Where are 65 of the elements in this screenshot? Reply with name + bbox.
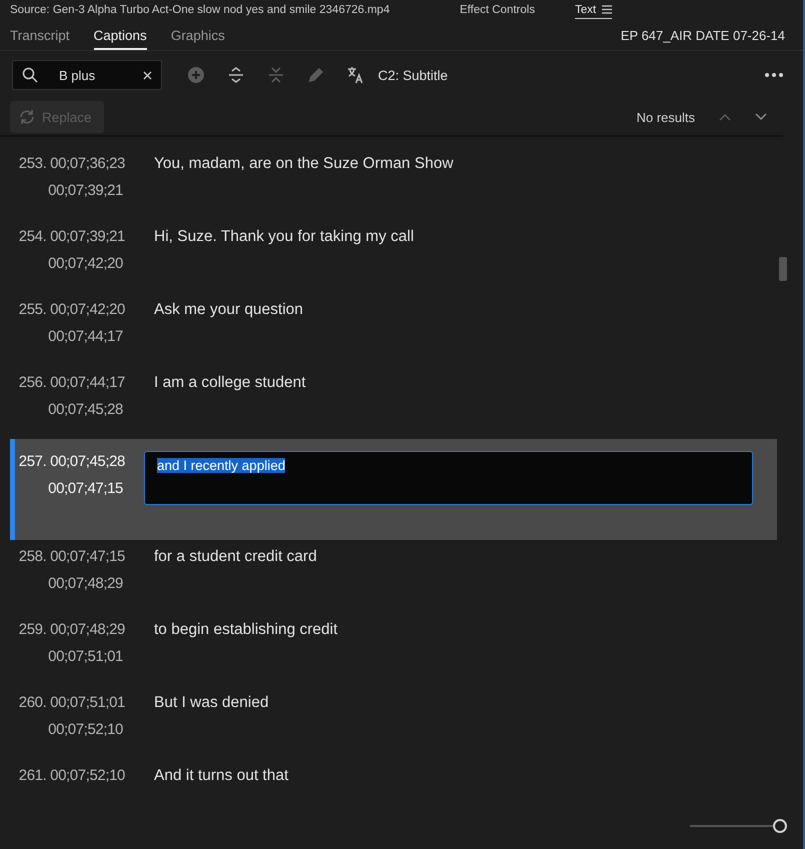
caption-start-time: 261. 00;07;52;10: [18, 766, 125, 786]
caption-row[interactable]: 261. 00;07;52;10 And it turns out that: [10, 759, 777, 803]
slider-thumb[interactable]: [773, 819, 787, 833]
search-field[interactable]: B plus: [12, 60, 162, 90]
caption-end-time: 00;07;44;17: [48, 327, 123, 347]
caption-end-time: 00;07;51;01: [48, 647, 123, 667]
pencil-icon: [307, 66, 325, 84]
caption-row[interactable]: 255. 00;07;42;20 00;07;44;17 Ask me your question: [10, 293, 777, 366]
panel-tab[interactable]: Text: [574, 4, 612, 18]
caption-row[interactable]: 254. 00;07;39;21 00;07;42;20 Hi, Suze. Thank you for taking my call: [10, 220, 777, 293]
previous-button[interactable]: [719, 113, 731, 121]
caption-row[interactable]: 259. 00;07;48;29 00;07;51;01 to begin establishing credit: [10, 613, 777, 686]
split-button[interactable]: [227, 66, 245, 84]
scrollbar-thumb[interactable]: [779, 257, 787, 281]
panel-tab[interactable]: Effect Controls: [460, 4, 535, 18]
caption-start-time: 260. 00;07;51;01: [18, 693, 125, 713]
caption-start-time: 258. 00;07;47;15: [18, 547, 125, 567]
caption-row[interactable]: 260. 00;07;51;01 00;07;52;10 But I was denied: [10, 686, 777, 759]
caption-text[interactable]: But I was denied: [154, 692, 269, 759]
caption-text[interactable]: I am a college student: [154, 372, 306, 439]
caption-end-time: 00;07;52;10: [48, 720, 123, 740]
caption-start-time: 255. 00;07;42;20: [18, 300, 125, 320]
caption-end-time: 00;07;45;28: [48, 400, 123, 420]
caption-row[interactable]: 258. 00;07;47;15 00;07;48;29 for a student credit card: [10, 540, 777, 613]
sequence-name: EP 647_AIR DATE 07-26-14: [620, 28, 785, 45]
caption-end-time: 00;07;39;21: [48, 181, 123, 201]
search-icon: [22, 67, 38, 83]
chevron-down-icon: [755, 113, 767, 121]
merge-icon: [267, 66, 285, 84]
caption-start-time: 253. 00;07;36;23: [18, 154, 125, 174]
caption-row[interactable]: 253. 00;07;36;23 00;07;39;21 You, madam, are on the Suze Orman Show: [10, 147, 777, 220]
caption-text[interactable]: Hi, Suze. Thank you for taking my call: [154, 226, 414, 293]
caption-start-time: 257. 00;07;45;28: [18, 452, 125, 472]
menu-icon[interactable]: [602, 5, 612, 14]
caption-text: and I recently applied: [157, 458, 286, 473]
caption-end-time: 00;07;47;15: [48, 479, 123, 499]
panel-tab[interactable]: Source: Gen-3 Alpha Turbo Act-One slow nod yes and smile 2346726.mp4: [10, 4, 390, 18]
caption-text[interactable]: to begin establishing credit: [154, 619, 338, 686]
more-button[interactable]: [765, 73, 783, 77]
translate-button[interactable]: [347, 66, 365, 84]
caption-row[interactable]: 257. 00;07;45;28 00;07;47;15 and I recently applied: [10, 439, 777, 540]
caption-start-time: 259. 00;07;48;29: [18, 620, 125, 640]
tab[interactable]: Captions: [94, 28, 147, 50]
more-icon: [765, 73, 783, 77]
tab[interactable]: Transcript: [10, 28, 70, 50]
split-icon: [227, 66, 245, 84]
caption-text[interactable]: Ask me your question: [154, 299, 304, 366]
next-button[interactable]: [755, 113, 767, 121]
add-icon: [187, 66, 205, 84]
tab[interactable]: Graphics: [170, 28, 225, 50]
caption-end-time: 00;07;48;29: [48, 574, 123, 594]
track-label: C2: Subtitle: [378, 68, 448, 82]
translate-icon: [347, 66, 365, 84]
caption-row[interactable]: 256. 00;07;44;17 00;07;45;28 I am a college student: [10, 366, 777, 439]
clear-icon[interactable]: [143, 71, 152, 80]
caption-end-time: 00;07;42;20: [48, 254, 123, 274]
refresh-icon: [18, 108, 36, 126]
caption-text[interactable]: And it turns out that: [154, 765, 288, 803]
chevron-up-icon: [719, 113, 731, 121]
caption-text[interactable]: for a student credit card: [154, 546, 317, 613]
caption-start-time: 254. 00;07;39;21: [18, 227, 125, 247]
caption-text[interactable]: You, madam, are on the Suze Orman Show: [154, 153, 454, 220]
caption-editor[interactable]: and I recently applied: [144, 451, 753, 505]
caption-start-time: 256. 00;07;44;17: [18, 373, 125, 393]
results-text: No results: [636, 110, 695, 124]
